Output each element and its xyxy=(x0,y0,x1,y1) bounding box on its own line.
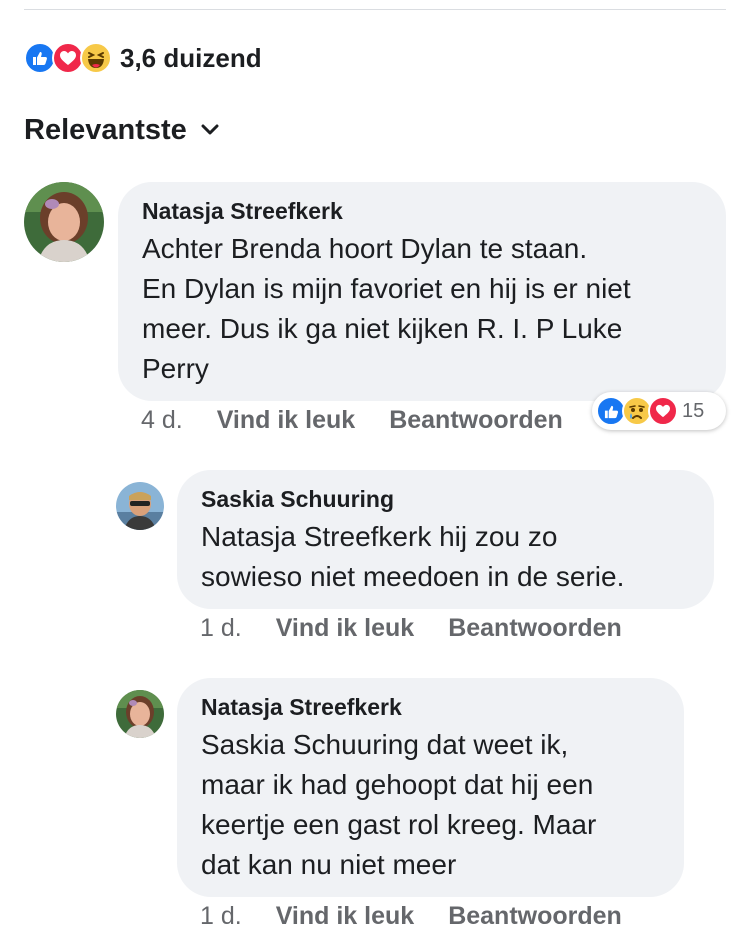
chevron-down-icon xyxy=(201,123,219,141)
comment-reactions-badge[interactable]: 15 xyxy=(592,392,726,430)
comment-actions: 1 d. Vind ik leuk Beantwoorden xyxy=(200,902,622,931)
like-button[interactable]: Vind ik leuk xyxy=(276,902,414,931)
comment-text: Achter Brenda hoort Dylan te staan. En D… xyxy=(142,233,631,384)
top-divider xyxy=(24,9,726,10)
reply-button[interactable]: Beantwoorden xyxy=(448,614,622,643)
reply-button[interactable]: Beantwoorden xyxy=(389,406,563,435)
reaction-summary[interactable]: 3,6 duizend xyxy=(24,38,262,78)
comment-author[interactable]: Natasja Streefkerk xyxy=(142,198,702,225)
avatar[interactable] xyxy=(116,690,164,738)
comment-text: Natasja Streefkerk hij zou zo sowieso ni… xyxy=(201,521,625,592)
haha-icon xyxy=(80,42,112,74)
comment-bubble[interactable]: Natasja Streefkerk Achter Brenda hoort D… xyxy=(118,182,726,401)
comment-author[interactable]: Natasja Streefkerk xyxy=(201,694,660,721)
comment-timestamp[interactable]: 1 d. xyxy=(200,614,242,643)
love-icon xyxy=(648,396,678,426)
comment-actions: 1 d. Vind ik leuk Beantwoorden xyxy=(200,614,622,643)
comment-author[interactable]: Saskia Schuuring xyxy=(201,486,690,513)
avatar[interactable] xyxy=(24,182,104,262)
comment-timestamp[interactable]: 4 d. xyxy=(141,406,183,435)
sort-label: Relevantste xyxy=(24,114,187,146)
like-button[interactable]: Vind ik leuk xyxy=(276,614,414,643)
reaction-count: 15 xyxy=(682,399,705,422)
reply-bubble[interactable]: Saskia Schuuring Natasja Streefkerk hij … xyxy=(177,470,714,609)
avatar[interactable] xyxy=(116,482,164,530)
reaction-count: 3,6 duizend xyxy=(120,42,262,73)
reply-bubble[interactable]: Natasja Streefkerk Saskia Schuuring dat … xyxy=(177,678,684,897)
reply-button[interactable]: Beantwoorden xyxy=(448,902,622,931)
comment-timestamp[interactable]: 1 d. xyxy=(200,902,242,931)
comment-actions: 4 d. Vind ik leuk Beantwoorden xyxy=(141,406,563,435)
comment-text: Saskia Schuuring dat weet ik, maar ik ha… xyxy=(201,729,597,880)
sort-dropdown[interactable]: Relevantste xyxy=(24,114,219,147)
like-button[interactable]: Vind ik leuk xyxy=(217,406,355,435)
